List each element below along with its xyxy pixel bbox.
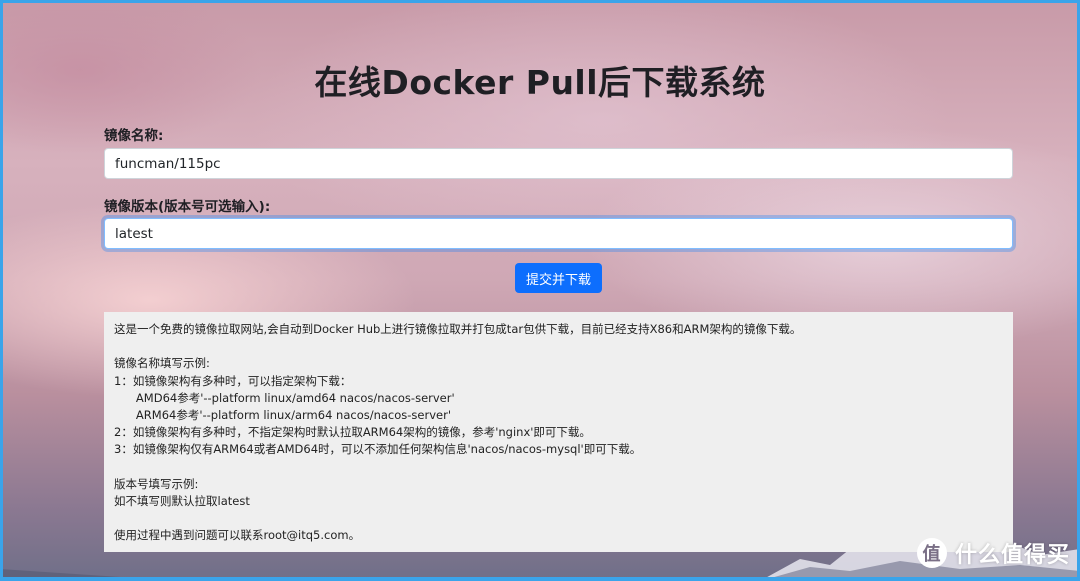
info-spacer [114,510,1003,527]
info-panel: 这是一个免费的镜像拉取网站,会自动到Docker Hub上进行镜像拉取并打包成t… [104,312,1013,552]
image-version-input[interactable] [104,218,1013,249]
info-line: 2：如镜像架构有多种时，不指定架构时默认拉取ARM64架构的镜像，参考'ngin… [114,425,591,440]
info-spacer [114,459,1003,476]
info-line: 镜像名称填写示例: [114,356,210,371]
submit-download-button[interactable]: 提交并下载 [515,263,602,293]
watermark: 值 什么值得买 [916,537,1070,569]
image-version-label: 镜像版本(版本号可选输入): [104,199,271,215]
info-line: AMD64参考'--platform linux/amd64 nacos/nac… [114,390,455,405]
image-name-input[interactable] [104,148,1013,179]
info-line: 版本号填写示例: [114,476,199,491]
info-line: 1：如镜像架构有多种时，可以指定架构下载： [114,373,352,388]
info-line: ARM64参考'--platform linux/arm64 nacos/nac… [114,407,451,422]
info-spacer [114,338,1003,355]
watermark-logo-icon: 值 [916,538,947,568]
info-line: 3：如镜像架构仅有ARM64或者AMD64时，可以不添加任何架构信息'nacos… [114,442,642,457]
info-line: 使用过程中遇到问题可以联系root@itq5.com。 [114,528,361,543]
info-line: 这是一个免费的镜像拉取网站,会自动到Docker Hub上进行镜像拉取并打包成t… [114,322,802,336]
image-name-label: 镜像名称: [104,128,164,144]
watermark-text: 什么值得买 [954,543,1070,568]
info-line: 如不填写则默认拉取latest [114,493,250,508]
page-title: 在线Docker Pull后下载系统 [314,63,766,102]
